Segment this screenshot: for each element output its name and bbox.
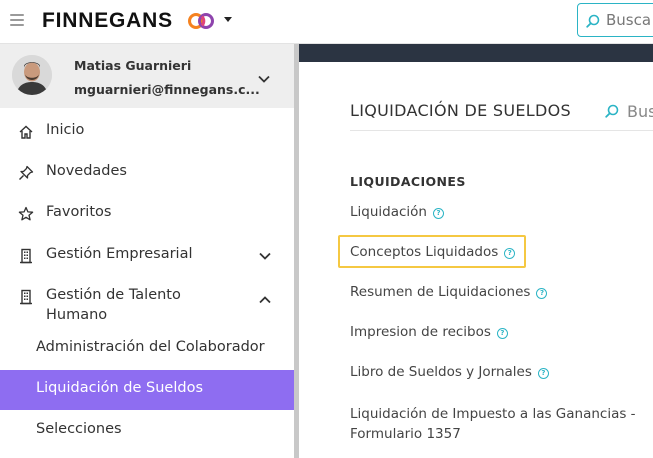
search-icon <box>605 104 619 118</box>
report-link-resumen-liquidaciones[interactable]: Resumen de Liquidaciones? <box>350 284 548 300</box>
search-icon <box>586 14 600 28</box>
report-link-conceptos-liquidados[interactable]: Conceptos Liquidados? <box>350 244 516 260</box>
chevron-down-icon[interactable] <box>258 75 270 83</box>
sidebar-item-label: Gestión Empresarial <box>46 246 193 262</box>
page-title: LIQUIDACIÓN DE SUELDOS <box>350 101 571 120</box>
caret-down-icon[interactable] <box>223 16 233 24</box>
search-placeholder: Bus <box>627 102 653 121</box>
sidebar-subitem-liquidacion-sueldos[interactable]: Liquidación de Sueldos <box>0 370 294 410</box>
divider <box>350 130 653 131</box>
top-bar: FINNEGANS Busca <box>0 0 653 44</box>
help-icon[interactable]: ? <box>504 248 516 259</box>
home-icon <box>19 125 33 139</box>
pin-icon <box>19 165 34 180</box>
user-name: Matias Guarnieri <box>74 58 192 73</box>
brand-logo-icon <box>188 13 214 29</box>
global-search-input[interactable]: Busca <box>577 3 653 37</box>
help-icon[interactable]: ? <box>537 368 549 379</box>
report-link-impresion-recibos[interactable]: Impresion de recibos? <box>350 324 508 340</box>
sidebar-item-label: Favoritos <box>46 204 112 220</box>
sidebar-subitem-label: Liquidación de Sueldos <box>36 380 203 396</box>
report-link-libro-sueldos-jornales[interactable]: Libro de Sueldos y Jornales? <box>350 364 549 380</box>
user-profile[interactable]: Matias Guarnieri mguarnieri@finnegans.c.… <box>0 44 294 108</box>
main-content: LIQUIDACIÓN DE SUELDOS Bus LIQUIDACIONES… <box>299 44 653 458</box>
report-label: Liquidación <box>350 204 427 220</box>
sidebar-subitem-administracion-colaborador[interactable]: Administración del Colaborador <box>0 329 294 369</box>
sidebar-item-label: Inicio <box>46 122 85 138</box>
user-email: mguarnieri@finnegans.c... <box>74 82 260 97</box>
sidebar-item-gestion-talento-humano[interactable]: Gestión de Talento Humano <box>0 277 294 325</box>
sidebar-item-label: Novedades <box>46 163 127 179</box>
sidebar-item-inicio[interactable]: Inicio <box>0 112 294 152</box>
sidebar-item-label-line2: Humano <box>46 307 108 323</box>
sidebar-subitem-label: Administración del Colaborador <box>36 339 265 355</box>
report-label-line2: Formulario 1357 <box>350 426 461 442</box>
sidebar-item-gestion-empresarial[interactable]: Gestión Empresarial <box>0 236 294 276</box>
sidebar-subitem-selecciones[interactable]: Selecciones <box>0 411 294 451</box>
header-band <box>299 44 653 62</box>
menu-icon[interactable] <box>10 14 24 26</box>
star-icon <box>18 206 34 221</box>
brand-logo-text[interactable]: FINNEGANS <box>42 9 173 33</box>
report-label: Conceptos Liquidados <box>350 244 499 260</box>
report-link-liquidacion[interactable]: Liquidación? <box>350 204 444 220</box>
chevron-up-icon[interactable] <box>259 296 271 304</box>
building-icon <box>20 248 32 264</box>
help-icon[interactable]: ? <box>496 328 508 339</box>
building-icon <box>20 289 32 305</box>
help-icon[interactable]: ? <box>432 208 444 219</box>
sidebar-item-favoritos[interactable]: Favoritos <box>0 194 294 234</box>
report-label: Impresion de recibos <box>350 324 491 340</box>
search-placeholder: Busca <box>606 11 652 29</box>
help-icon[interactable]: ? <box>536 288 548 299</box>
report-label: Resumen de Liquidaciones <box>350 284 531 300</box>
section-title: LIQUIDACIONES <box>350 174 466 189</box>
report-label: Libro de Sueldos y Jornales <box>350 364 532 380</box>
sidebar-item-novedades[interactable]: Novedades <box>0 153 294 193</box>
sidebar-item-label: Gestión de Talento <box>46 287 181 303</box>
avatar <box>12 55 52 95</box>
reports-search-input[interactable]: Bus <box>605 102 653 124</box>
sidebar: Matias Guarnieri mguarnieri@finnegans.c.… <box>0 44 294 458</box>
report-label: Liquidación de Impuesto a las Ganancias … <box>350 406 636 422</box>
chevron-down-icon[interactable] <box>259 252 271 260</box>
report-link-impuesto-ganancias[interactable]: Liquidación de Impuesto a las Ganancias … <box>350 404 650 444</box>
sidebar-subitem-label: Selecciones <box>36 421 122 437</box>
